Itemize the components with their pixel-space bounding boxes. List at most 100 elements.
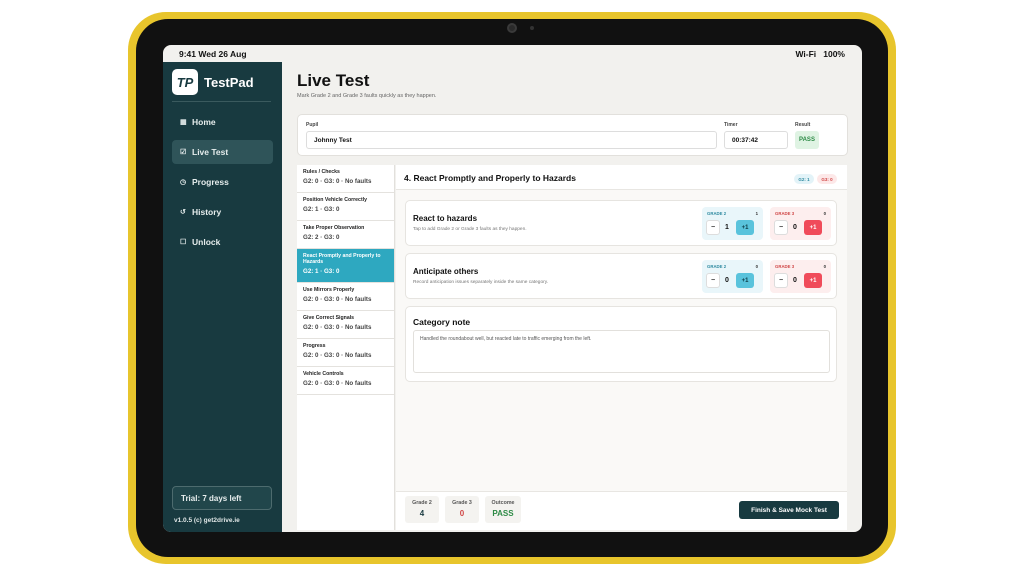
category-item[interactable]: Progress G2: 0 · G3: 0 · No faults bbox=[297, 339, 394, 367]
detail-header: 4. React Promptly and Properly to Hazard… bbox=[396, 165, 847, 190]
grade2-total: Grade 2 4 bbox=[405, 496, 439, 523]
main-content: Live Test Mark Grade 2 and Grade 3 fault… bbox=[282, 62, 862, 532]
grade2-counter: GRADE 2 1 − 1 +1 bbox=[702, 207, 763, 240]
decrement-button[interactable]: − bbox=[774, 273, 788, 288]
category-title: React Promptly and Properly to Hazards bbox=[303, 253, 381, 265]
grade3-count: 0 bbox=[823, 211, 826, 216]
category-summary: G2: 2 · G3: 0 bbox=[303, 234, 340, 241]
category-title: Vehicle Controls bbox=[303, 371, 344, 377]
wifi-label: Wi-Fi bbox=[795, 48, 817, 59]
category-list: Rules / Checks G2: 0 · G3: 0 · No faults … bbox=[297, 165, 395, 530]
sidebar-item-label: Live Test bbox=[192, 147, 229, 157]
decrement-button[interactable]: − bbox=[706, 220, 720, 235]
fault-title: Anticipate others bbox=[413, 267, 479, 276]
category-title: Progress bbox=[303, 343, 326, 349]
grade3-counter: GRADE 3 0 − 0 +1 bbox=[770, 260, 831, 293]
note-textarea[interactable]: Handled the roundabout well, but reacted… bbox=[413, 330, 830, 373]
sidebar-item-label: Home bbox=[192, 117, 216, 127]
sidebar-item-progress[interactable]: ◷ Progress bbox=[172, 170, 273, 194]
timer-label: Timer bbox=[724, 122, 738, 128]
sensor-dot bbox=[530, 26, 534, 30]
status-time: 9:41 Wed 26 Aug bbox=[179, 48, 247, 59]
grade3-total-label: Grade 3 bbox=[452, 500, 472, 506]
page-title: Live Test bbox=[297, 71, 370, 90]
battery-label: 100% bbox=[823, 48, 845, 59]
category-item[interactable]: Give Correct Signals G2: 0 · G3: 0 · No f… bbox=[297, 311, 394, 339]
status-bar: 9:41 Wed 26 Aug Wi-Fi 100% bbox=[163, 45, 862, 62]
increment-button[interactable]: +1 bbox=[804, 220, 822, 235]
fault-title: React to hazards bbox=[413, 214, 478, 223]
divider bbox=[172, 101, 271, 102]
grade2-total-value: 4 bbox=[419, 509, 425, 518]
version-text: v1.0.5 (c) get2drive.ie bbox=[174, 517, 240, 524]
outcome-label: Outcome bbox=[491, 500, 515, 506]
increment-button[interactable]: +1 bbox=[736, 220, 754, 235]
counter-controls: − 0 +1 bbox=[774, 220, 822, 235]
counter-controls: − 0 +1 bbox=[774, 273, 822, 288]
category-item[interactable]: Use Mirrors Properly G2: 0 · G3: 0 · No f… bbox=[297, 283, 394, 311]
category-title: Position Vehicle Correctly bbox=[303, 197, 367, 203]
trial-badge[interactable]: Trial: 7 days left bbox=[172, 486, 272, 510]
detail-title: 4. React Promptly and Properly to Hazard… bbox=[404, 173, 576, 183]
counter-value: 0 bbox=[725, 277, 729, 284]
grade2-count: 0 bbox=[755, 264, 758, 269]
finish-save-button[interactable]: Finish & Save Mock Test bbox=[739, 501, 839, 519]
result-badge: PASS bbox=[795, 131, 819, 149]
category-item[interactable]: Rules / Checks G2: 0 · G3: 0 · No faults bbox=[297, 165, 394, 193]
fault-row-anticipate-others: Anticipate others Record anticipation is… bbox=[405, 253, 837, 299]
grade3-label: GRADE 3 bbox=[775, 264, 795, 269]
counter-value: 1 bbox=[725, 224, 729, 231]
home-icon: ▦ bbox=[180, 119, 187, 126]
increment-button[interactable]: +1 bbox=[804, 273, 822, 288]
category-title: Give Correct Signals bbox=[303, 315, 355, 321]
category-title: Take Proper Observation bbox=[303, 225, 365, 231]
grade2-label: GRADE 2 bbox=[707, 264, 727, 269]
sidebar: TP TestPad ▦ Home ☑ Live Test ◷ Progress ↺ H… bbox=[163, 62, 282, 532]
pupil-field[interactable]: Johnny Test bbox=[306, 131, 717, 149]
decrement-button[interactable]: − bbox=[774, 220, 788, 235]
sidebar-item-unlock[interactable]: ☐ Unlock bbox=[172, 230, 273, 254]
grade3-count: 0 bbox=[823, 264, 826, 269]
app-name: TestPad bbox=[204, 74, 254, 90]
checkbox-icon: ☑ bbox=[180, 149, 187, 156]
increment-button[interactable]: +1 bbox=[736, 273, 754, 288]
counter-value: 0 bbox=[793, 224, 797, 231]
outcome-total: Outcome PASS bbox=[485, 496, 521, 523]
fault-description: Tap to add Grade 2 or Grade 3 faults as … bbox=[413, 227, 527, 232]
timer-field: 00:37:42 bbox=[724, 131, 788, 149]
clock-icon: ◷ bbox=[180, 179, 187, 186]
sidebar-nav: ▦ Home ☑ Live Test ◷ Progress ↺ History ☐ Unl… bbox=[172, 110, 273, 260]
category-title: Use Mirrors Properly bbox=[303, 287, 355, 293]
unlock-icon: ☐ bbox=[180, 239, 187, 246]
counter-controls: − 0 +1 bbox=[706, 273, 754, 288]
page-subtitle: Mark Grade 2 and Grade 3 faults quickly … bbox=[297, 93, 437, 99]
camera-icon bbox=[507, 23, 517, 33]
sidebar-item-label: Unlock bbox=[192, 237, 221, 247]
category-item[interactable]: Vehicle Controls G2: 0 · G3: 0 · No fault… bbox=[297, 367, 394, 395]
category-item[interactable]: Take Proper Observation G2: 2 · G3: 0 bbox=[297, 221, 394, 249]
category-summary: G2: 0 · G3: 0 · No faults bbox=[303, 178, 372, 185]
category-item-active[interactable]: React Promptly and Properly to Hazards G2… bbox=[297, 249, 394, 283]
category-summary: G2: 0 · G3: 0 · No faults bbox=[303, 380, 372, 387]
logo-icon: TP bbox=[172, 69, 198, 95]
category-item[interactable]: Position Vehicle Correctly G2: 1 · G3: 0 bbox=[297, 193, 394, 221]
screen: 9:41 Wed 26 Aug Wi-Fi 100% TP TestPad ▦ H… bbox=[163, 45, 862, 532]
grade2-counter: GRADE 2 0 − 0 +1 bbox=[702, 260, 763, 293]
result-label: Result bbox=[795, 122, 811, 128]
grade3-counter: GRADE 3 0 − 0 +1 bbox=[770, 207, 831, 240]
outcome-value: PASS bbox=[492, 509, 514, 518]
category-title: Rules / Checks bbox=[303, 169, 340, 175]
category-summary: G2: 1 · G3: 0 bbox=[303, 268, 340, 275]
sidebar-item-home[interactable]: ▦ Home bbox=[172, 110, 273, 134]
sidebar-item-history[interactable]: ↺ History bbox=[172, 200, 273, 224]
sidebar-item-label: Progress bbox=[192, 177, 229, 187]
sidebar-item-live-test[interactable]: ☑ Live Test bbox=[172, 140, 273, 164]
fault-row-react-to-hazards: React to hazards Tap to add Grade 2 or G… bbox=[405, 200, 837, 246]
counter-controls: − 1 +1 bbox=[706, 220, 754, 235]
decrement-button[interactable]: − bbox=[706, 273, 720, 288]
history-icon: ↺ bbox=[180, 209, 186, 216]
category-summary: G2: 0 · G3: 0 · No faults bbox=[303, 352, 372, 359]
app-logo[interactable]: TP TestPad bbox=[172, 69, 254, 95]
category-summary: G2: 0 · G3: 0 · No faults bbox=[303, 296, 372, 303]
grade3-total-value: 0 bbox=[459, 509, 465, 518]
